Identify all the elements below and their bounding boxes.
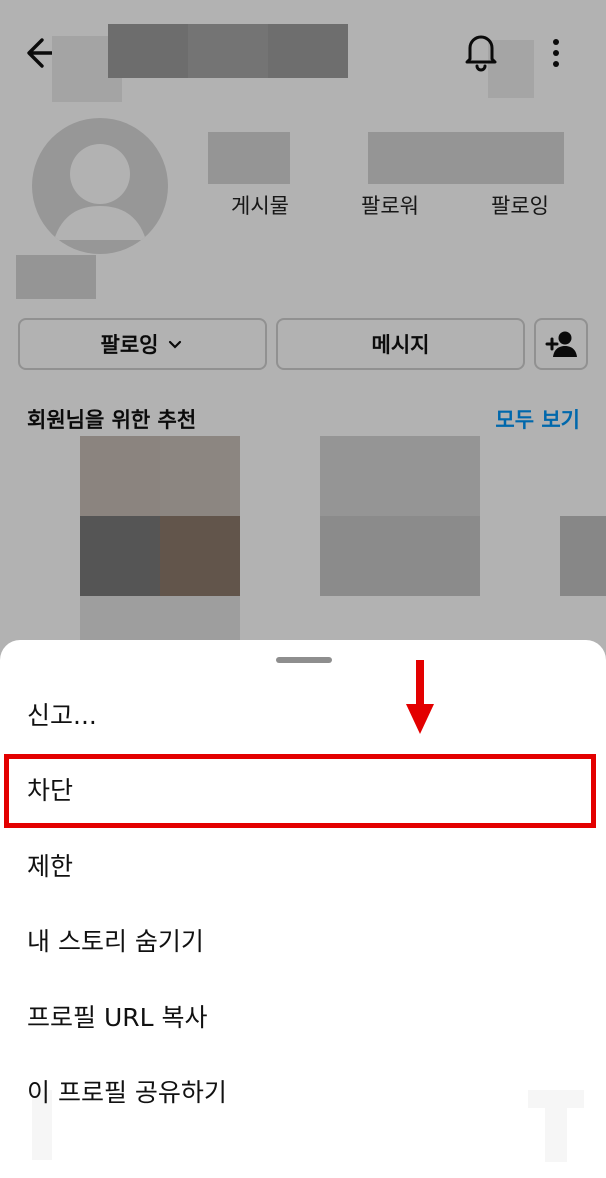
profile-screen: 게시물 팔로워 팔로잉 팔로잉 메시지 회원님을 위한 추천 모두 보기 신고.… [0,0,606,1178]
watermark-shape [528,1090,584,1108]
watermark-shape [545,1108,567,1162]
menu-item-report[interactable]: 신고... [27,696,97,736]
menu-item-restrict[interactable]: 제한 [27,847,73,887]
sheet-drag-handle[interactable] [276,657,332,663]
menu-item-share-profile[interactable]: 이 프로필 공유하기 [27,1073,227,1113]
menu-item-copy-profile-url[interactable]: 프로필 URL 복사 [27,998,208,1038]
menu-item-hide-story[interactable]: 내 스토리 숨기기 [27,922,204,962]
red-arrow-down-icon [406,660,434,734]
block-highlight-box [4,754,596,828]
